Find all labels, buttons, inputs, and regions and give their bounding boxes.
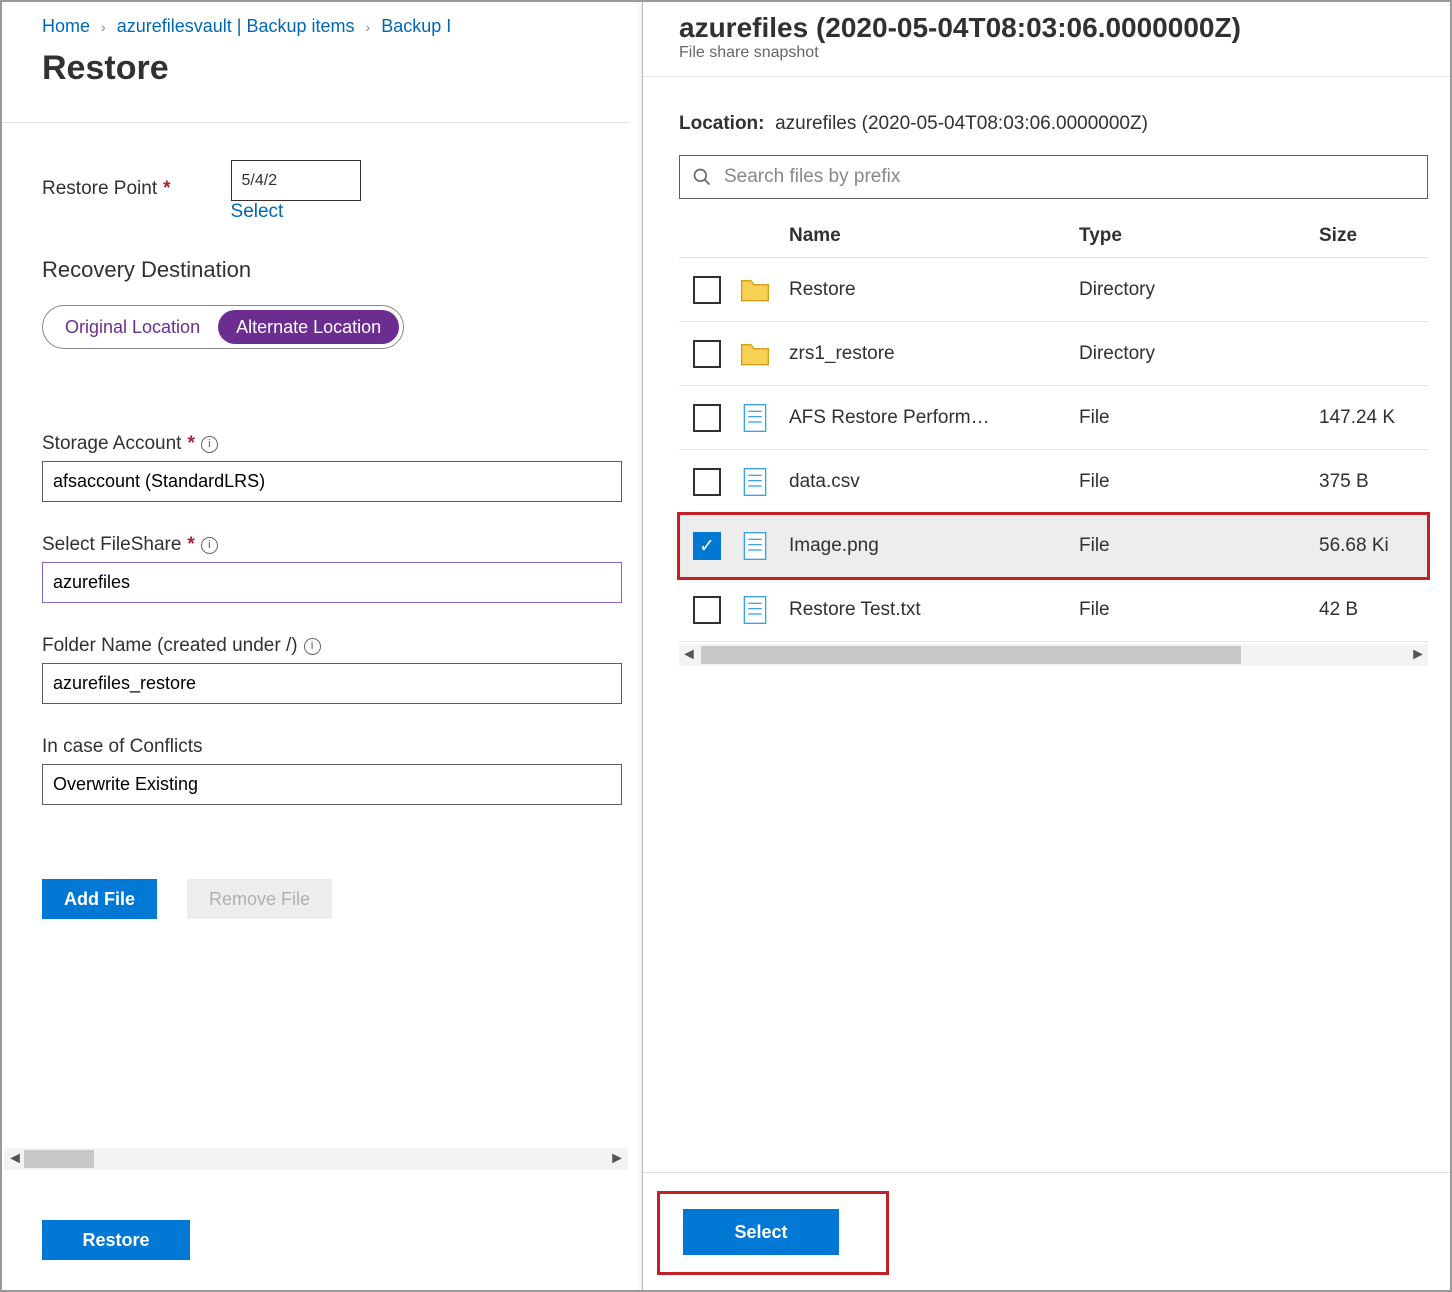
panel-gap: [632, 1148, 642, 1292]
table-header: Name Type Size: [679, 199, 1428, 258]
info-icon[interactable]: i: [201, 436, 218, 453]
restore-point-value: 5/4/2: [242, 172, 278, 190]
divider: [2, 122, 630, 123]
alternate-location-pill[interactable]: Alternate Location: [218, 310, 399, 344]
table-row[interactable]: Restore Test.txtFile42 B: [679, 578, 1428, 642]
info-icon[interactable]: i: [304, 638, 321, 655]
cell-size: 375 B: [1319, 471, 1428, 493]
table-row[interactable]: zrs1_restoreDirectory: [679, 322, 1428, 386]
search-box[interactable]: [679, 155, 1428, 199]
label-text: Storage Account: [42, 433, 181, 455]
scrollbar-horizontal[interactable]: ◄ ►: [4, 1148, 628, 1170]
file-picker-panel: azurefiles (2020-05-04T08:03:06.0000000Z…: [642, 2, 1452, 1290]
storage-account-input[interactable]: [42, 461, 622, 502]
chevron-right-icon: ›: [360, 19, 377, 35]
panel-title: azurefiles (2020-05-04T08:03:06.0000000Z…: [679, 10, 1428, 44]
cell-name: Image.png: [789, 535, 1079, 557]
cell-type: File: [1079, 471, 1319, 493]
file-action-buttons: Add File Remove File: [42, 809, 630, 919]
cell-name: Restore: [789, 279, 1079, 301]
panel-subtitle: File share snapshot: [679, 44, 1428, 74]
conflicts-label: In case of Conflicts: [42, 736, 630, 764]
required-icon: *: [163, 178, 170, 200]
add-file-button[interactable]: Add File: [42, 879, 157, 919]
chevron-right-icon: ›: [95, 19, 112, 35]
restore-point-row: Restore Point * 5/4/2 Select: [42, 160, 630, 223]
scroll-left-icon[interactable]: ◄: [681, 646, 697, 664]
table-row[interactable]: AFS Restore Perform…File147.24 K: [679, 386, 1428, 450]
label-text: Folder Name (created under /): [42, 635, 298, 657]
checkbox[interactable]: [693, 404, 721, 432]
restore-form: Restore Point * 5/4/2 Select Recovery De…: [42, 108, 630, 919]
cell-name: zrs1_restore: [789, 343, 1079, 365]
original-location-pill[interactable]: Original Location: [47, 310, 218, 344]
checkbox[interactable]: ✓: [693, 532, 721, 560]
scroll-thumb[interactable]: [701, 646, 1241, 664]
cell-size: 56.68 Ki: [1319, 535, 1428, 557]
checkbox[interactable]: [693, 468, 721, 496]
scroll-right-icon[interactable]: ►: [1410, 646, 1426, 664]
remove-file-button: Remove File: [187, 879, 332, 919]
table-row[interactable]: data.csvFile375 B: [679, 450, 1428, 514]
left-panel: Home › azurefilesvault | Backup items › …: [2, 2, 630, 1290]
col-type[interactable]: Type: [1079, 225, 1319, 247]
required-icon: *: [187, 534, 194, 556]
cell-type: Directory: [1079, 279, 1319, 301]
cell-type: Directory: [1079, 343, 1319, 365]
cell-name: Restore Test.txt: [789, 599, 1079, 621]
cell-size: 147.24 K: [1319, 407, 1428, 429]
recovery-destination-heading: Recovery Destination: [42, 223, 630, 305]
fileshare-label: Select FileShare * i: [42, 534, 630, 562]
col-name[interactable]: Name: [789, 225, 1079, 247]
folder-name-input[interactable]: [42, 663, 622, 704]
panel-footer: Select: [643, 1172, 1452, 1290]
cell-type: File: [1079, 599, 1319, 621]
conflicts-select[interactable]: [42, 764, 622, 805]
checkbox[interactable]: [693, 340, 721, 368]
app-window: Home › azurefilesvault | Backup items › …: [0, 0, 1452, 1292]
location-value: azurefiles (2020-05-04T08:03:06.0000000Z…: [775, 113, 1148, 134]
location-label: Location:: [679, 113, 765, 134]
storage-account-label: Storage Account * i: [42, 433, 630, 461]
recovery-destination-toggle[interactable]: Original Location Alternate Location: [42, 305, 404, 349]
cell-type: File: [1079, 535, 1319, 557]
breadcrumb-backup[interactable]: Backup I: [381, 16, 451, 36]
info-icon[interactable]: i: [201, 537, 218, 554]
scroll-thumb[interactable]: [24, 1150, 94, 1168]
search-icon: [692, 167, 712, 187]
breadcrumb-vault[interactable]: azurefilesvault | Backup items: [117, 16, 355, 36]
page-title: Restore: [42, 49, 630, 108]
col-size[interactable]: Size: [1319, 225, 1428, 247]
restore-point-label: Restore Point *: [42, 178, 171, 206]
label-text: Restore Point: [42, 178, 157, 200]
breadcrumb-home[interactable]: Home: [42, 16, 90, 36]
cell-name: data.csv: [789, 471, 1079, 493]
scroll-right-icon[interactable]: ►: [608, 1150, 626, 1168]
breadcrumb: Home › azurefilesvault | Backup items › …: [42, 12, 630, 49]
cell-type: File: [1079, 407, 1319, 429]
select-button[interactable]: Select: [683, 1209, 839, 1255]
location-row: Location: azurefiles (2020-05-04T08:03:0…: [679, 77, 1428, 155]
table-scrollbar[interactable]: ◄ ►: [679, 644, 1428, 666]
scroll-left-icon[interactable]: ◄: [6, 1150, 24, 1168]
select-restore-point-link[interactable]: Select: [231, 201, 361, 223]
table-row[interactable]: RestoreDirectory: [679, 258, 1428, 322]
search-input[interactable]: [722, 165, 1415, 189]
restore-point-input[interactable]: 5/4/2: [231, 160, 361, 201]
cell-size: 42 B: [1319, 599, 1428, 621]
label-text: Select FileShare: [42, 534, 181, 556]
checkbox[interactable]: [693, 596, 721, 624]
fileshare-input[interactable]: [42, 562, 622, 603]
cell-name: AFS Restore Perform…: [789, 407, 1079, 429]
table-row[interactable]: ✓ Image.pngFile56.68 Ki: [679, 514, 1428, 578]
restore-button[interactable]: Restore: [42, 1220, 190, 1260]
file-table-body: RestoreDirectoryzrs1_restoreDirectoryAFS…: [679, 258, 1428, 642]
folder-name-label: Folder Name (created under /) i: [42, 635, 630, 663]
label-text: In case of Conflicts: [42, 736, 203, 758]
required-icon: *: [187, 433, 194, 455]
checkbox[interactable]: [693, 276, 721, 304]
